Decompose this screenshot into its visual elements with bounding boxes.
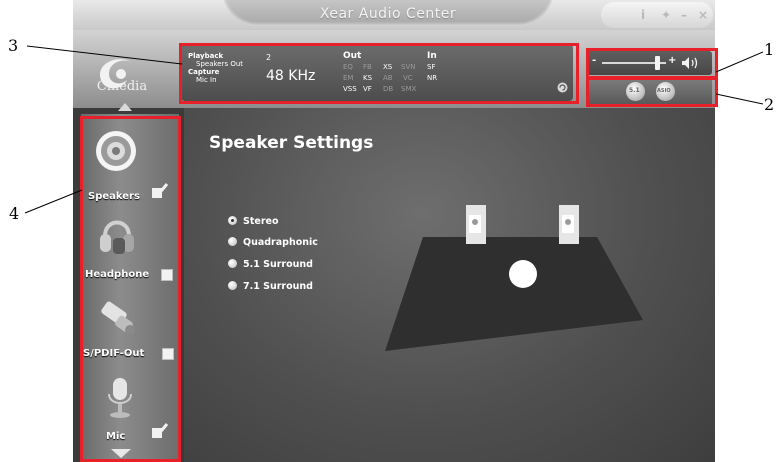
callout-1: 1	[764, 40, 775, 59]
callout-4: 4	[9, 204, 20, 223]
callout-2: 2	[764, 95, 775, 114]
callout-3: 3	[8, 36, 19, 55]
callout-lines	[24, 45, 764, 214]
